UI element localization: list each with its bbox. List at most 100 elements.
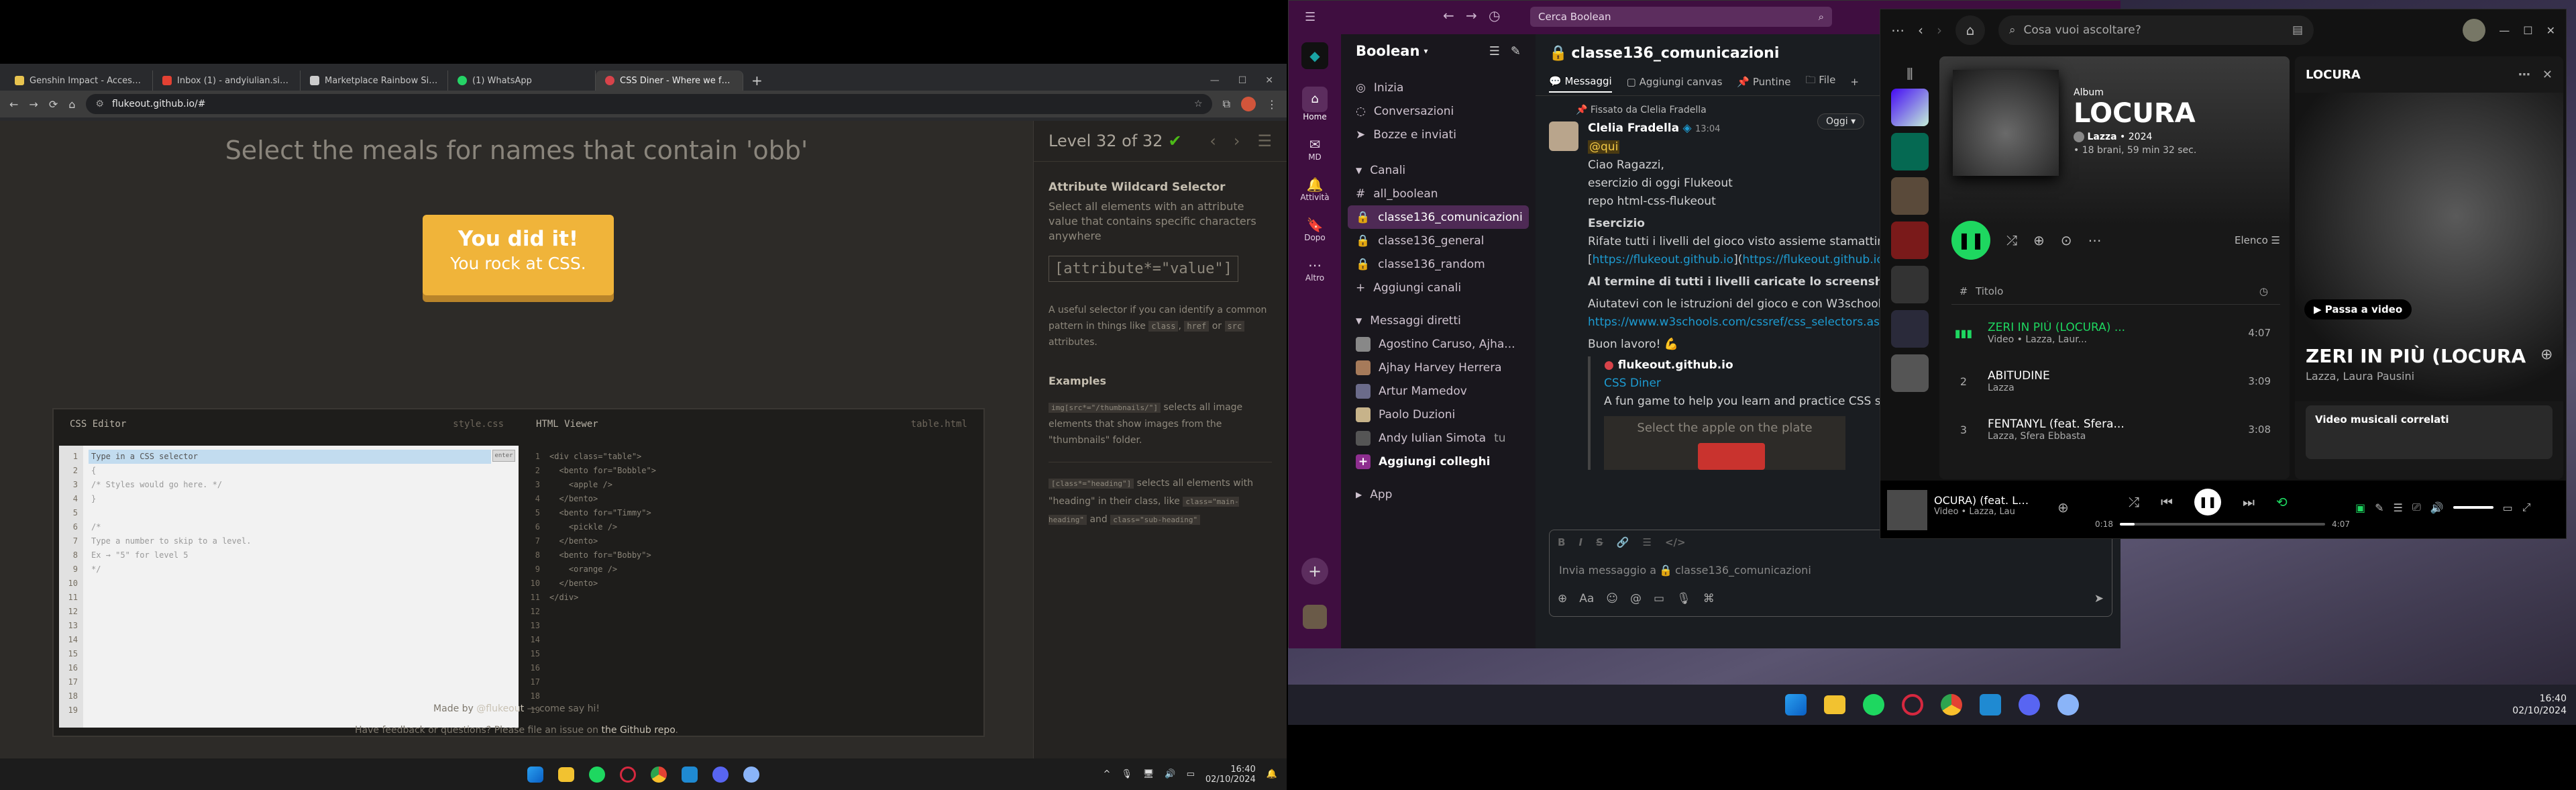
author-name[interactable]: Clelia Fradella	[1588, 121, 1679, 135]
spotify-avatar[interactable]	[2463, 19, 2486, 42]
file-explorer-icon[interactable]	[1824, 695, 1845, 714]
channel-title[interactable]: classe136_comunicazioni	[1571, 45, 1779, 62]
maximize-icon[interactable]: ☐	[1238, 75, 1247, 86]
next-icon[interactable]: ⏭	[2243, 494, 2255, 510]
channel-classe136-general[interactable]: 🔒 classe136_general	[1341, 229, 1536, 252]
switch-to-video-button[interactable]: ▶ Passa a video	[2304, 299, 2412, 319]
add-channels[interactable]: + Aggiungi canali	[1341, 276, 1536, 299]
spotify-forward-icon[interactable]: ›	[1937, 22, 1942, 38]
list-icon[interactable]: ☰	[1643, 536, 1652, 548]
slack-forward-icon[interactable]: →	[1466, 7, 1477, 23]
playlist-tile[interactable]	[1891, 177, 1929, 215]
send-icon[interactable]: ➤	[2094, 592, 2104, 605]
start-icon[interactable]	[1785, 694, 1807, 715]
np-add-icon[interactable]: ⊕	[2540, 346, 2553, 363]
artist-name[interactable]: Lazza	[2087, 132, 2116, 142]
network-icon[interactable]: 🖥	[1143, 769, 1155, 779]
spotify-icon[interactable]	[589, 766, 605, 783]
create-new-button[interactable]: +	[1301, 558, 1328, 585]
library-icon[interactable]: ⫼	[1883, 56, 1937, 82]
user-avatar[interactable]	[1303, 605, 1327, 629]
play-pause-button[interactable]: ❚❚	[2194, 489, 2221, 515]
now-playing-view-icon[interactable]: ▣	[2355, 501, 2365, 514]
player-track-artists[interactable]: Video • Lazza, Lau	[1934, 507, 2035, 517]
url-field[interactable]: ⚙ flukeout.github.io/# ☆	[86, 94, 1212, 114]
rail-more[interactable]: ⋯ Altro	[1289, 257, 1341, 283]
chrome-icon[interactable]	[651, 766, 667, 783]
mic-icon[interactable]: 🎙	[1676, 592, 1691, 605]
notification-bell-icon[interactable]: 🔔	[1267, 769, 1277, 779]
opera-icon[interactable]	[620, 766, 636, 783]
next-level-icon[interactable]: ›	[1234, 132, 1240, 150]
queue-icon[interactable]: ☰	[2394, 501, 2403, 514]
workspace-logo-icon[interactable]: ◆	[1301, 42, 1328, 69]
np-close-icon[interactable]: ✕	[2542, 68, 2553, 82]
discord-icon[interactable]	[2019, 694, 2040, 715]
chrome-icon[interactable]	[1941, 694, 1962, 715]
workspace-header[interactable]: Boolean ▾ ☰ ✎	[1341, 34, 1536, 68]
tray-chevron-icon[interactable]: ^	[1103, 769, 1110, 779]
rail-activity[interactable]: 🔔 Attività	[1289, 177, 1341, 202]
download-icon[interactable]: ⊙	[2061, 232, 2072, 248]
forward-icon[interactable]: →	[29, 98, 38, 111]
code-icon[interactable]: </>	[1665, 536, 1686, 548]
playlist-tile[interactable]	[1891, 354, 1929, 392]
spotify-home-icon[interactable]: ⌂	[1955, 15, 1985, 45]
nav-inizia[interactable]: ◎ Inizia	[1341, 76, 1536, 99]
spotify-icon[interactable]	[1863, 694, 1884, 715]
browse-icon[interactable]: ▤	[2292, 23, 2303, 37]
progress-bar[interactable]	[2119, 523, 2326, 526]
flukeout-link[interactable]: https://flukeout.github.io	[1593, 253, 1733, 266]
dm-section[interactable]: ▼ Messaggi diretti	[1341, 309, 1536, 332]
tab-marketplace[interactable]: Marketplace Rainbow Six Siege	[301, 70, 448, 91]
link-icon[interactable]: 🔗	[1617, 536, 1629, 548]
shortcut-icon[interactable]: ⌘	[1703, 592, 1715, 605]
player-thumbnail[interactable]	[1887, 490, 1927, 530]
filter-icon[interactable]: ☰	[1489, 44, 1500, 58]
emoji-icon[interactable]: ☺	[1606, 592, 1618, 605]
playlist-tile[interactable]	[1891, 221, 1929, 259]
np-more-icon[interactable]: ⋯	[2518, 68, 2530, 82]
tab-inbox[interactable]: Inbox (1) - andyiulian.simota@...	[153, 70, 301, 91]
add-colleagues[interactable]: + Aggiungi colleghi	[1341, 450, 1536, 473]
close-icon[interactable]: ✕	[1265, 75, 1273, 86]
maximize-icon[interactable]: ☐	[2523, 24, 2532, 37]
profile-avatar[interactable]	[1241, 97, 1256, 111]
shuffle-icon[interactable]: ⤮	[2129, 494, 2139, 510]
rail-dm[interactable]: ✉ MD	[1289, 136, 1341, 162]
italic-icon[interactable]: I	[1578, 536, 1582, 548]
mention-icon[interactable]: @	[1630, 592, 1642, 605]
chrome-dev-icon[interactable]	[2057, 694, 2079, 715]
flukeout-link[interactable]: @flukeout	[476, 703, 524, 714]
app-section[interactable]: ▶ App	[1341, 483, 1536, 506]
enter-button[interactable]: enter	[492, 450, 515, 462]
menu-icon[interactable]: ⋮	[1267, 98, 1277, 111]
volume-slider[interactable]	[2453, 506, 2493, 509]
chrome-dev-icon[interactable]	[743, 766, 759, 783]
dm-agostino[interactable]: Agostino Caruso, Ajha...	[1341, 332, 1536, 356]
slack-menu-icon[interactable]: ☰	[1305, 10, 1316, 24]
battery-icon[interactable]: ▭	[1187, 769, 1195, 779]
composer-input[interactable]: Invia messaggio a 🔒 classe136_comunicazio…	[1550, 554, 2112, 585]
player-track-title[interactable]: OCURA) (feat. Laur	[1934, 494, 2035, 507]
reload-icon[interactable]: ⟳	[49, 98, 58, 111]
track-row[interactable]: 2 ABITUDINE Lazza 3:09	[1939, 357, 2290, 405]
tab-files[interactable]: 🗀 File	[1805, 73, 1835, 94]
strike-icon[interactable]: S	[1596, 536, 1603, 548]
channel-classe136-random[interactable]: 🔒 classe136_random	[1341, 252, 1536, 276]
track-row[interactable]: ▮▮▮ ZERI IN PIÙ (LOCURA) ... Video • Lazz…	[1939, 309, 2290, 357]
flukeout-link[interactable]: https://flukeout.github.io/	[1742, 253, 1887, 266]
list-view-toggle[interactable]: Elenco ☰	[2235, 234, 2280, 246]
add-tab-icon[interactable]: +	[1850, 76, 1859, 92]
tab-genshin[interactable]: Genshin Impact - Accesso gioco	[5, 70, 153, 91]
volume-icon[interactable]: 🔊	[2430, 501, 2444, 514]
channel-classe136-comunicazioni[interactable]: 🔒 classe136_comunicazioni	[1348, 205, 1529, 229]
channel-all-boolean[interactable]: # all_boolean	[1341, 182, 1536, 205]
tab-whatsapp[interactable]: (1) WhatsApp	[448, 70, 596, 91]
slack-search[interactable]: Cerca Boolean ⌕	[1530, 7, 1832, 27]
spotify-menu-icon[interactable]: ⋯	[1891, 22, 1904, 38]
spotify-back-icon[interactable]: ‹	[1918, 22, 1923, 38]
playlist-tile[interactable]	[1891, 266, 1929, 303]
home-icon[interactable]: ⌂	[68, 98, 75, 111]
close-icon[interactable]: ✕	[2546, 24, 2555, 37]
